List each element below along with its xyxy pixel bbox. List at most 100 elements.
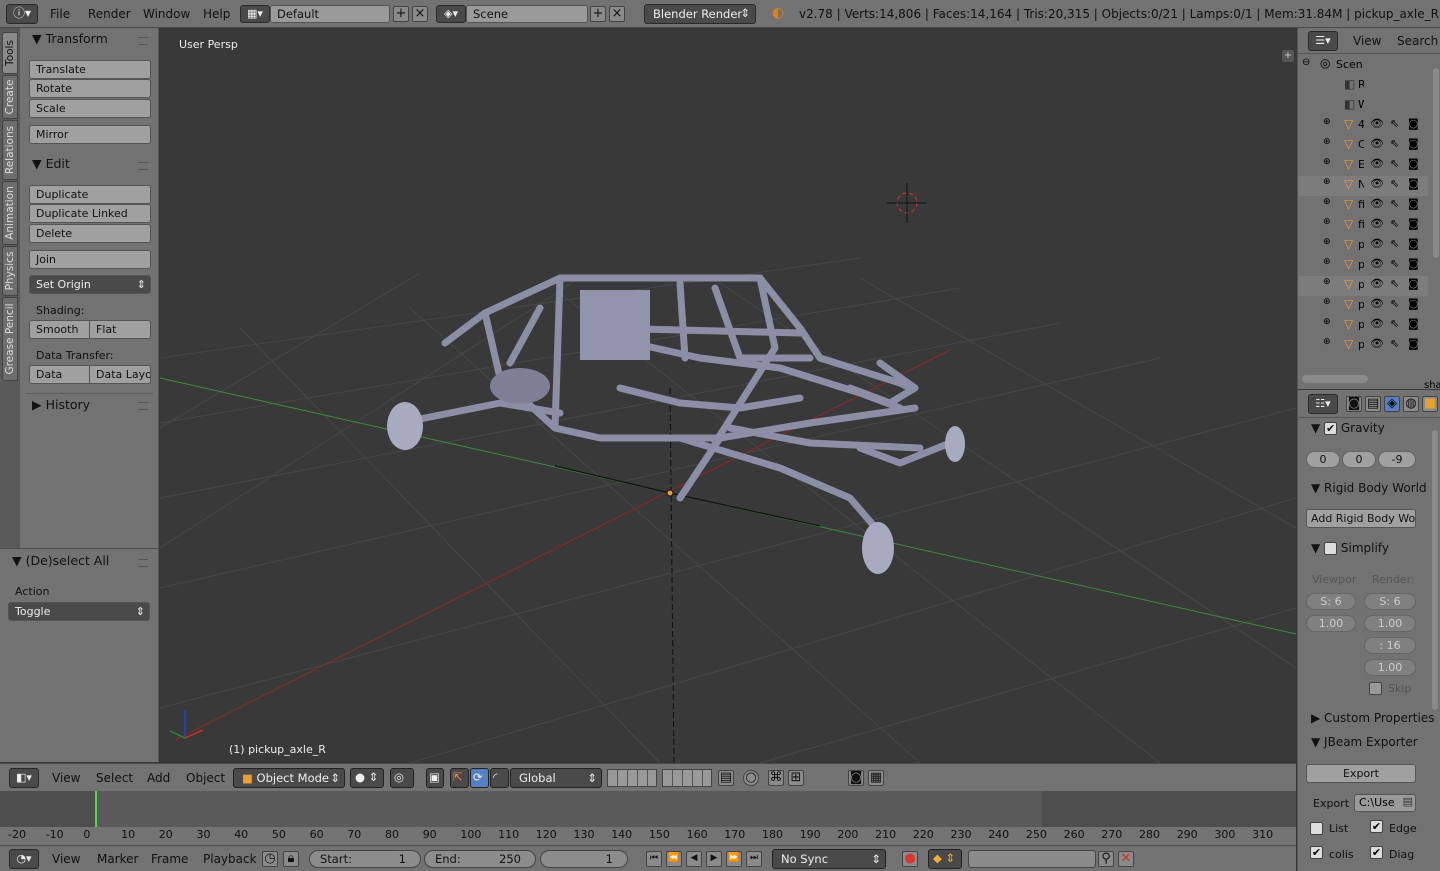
- action-dropdown[interactable]: Toggle ⇕: [8, 602, 150, 621]
- outliner-item-row[interactable]: ▽ p ⊕ 👁︎ ⇖ ◙: [1298, 316, 1428, 336]
- edit-panel-header[interactable]: ▼ Edit: [32, 156, 70, 171]
- skip-checkbox[interactable]: [1369, 682, 1382, 695]
- scene-tab-icon[interactable]: ◈: [1384, 396, 1400, 412]
- list-checkbox[interactable]: [1310, 822, 1323, 835]
- play-reverse-icon[interactable]: ◀: [686, 851, 702, 867]
- select-arrow-icon[interactable]: ⇖: [1390, 197, 1399, 210]
- tab-create[interactable]: Create: [2, 75, 18, 119]
- menu-help[interactable]: Help: [203, 7, 230, 21]
- sync-dropdown[interactable]: No Sync ⇕: [772, 849, 886, 869]
- render-camera-icon[interactable]: ◙: [1408, 137, 1419, 150]
- folder-icon[interactable]: ▤: [1403, 795, 1413, 808]
- outliner-menu-view[interactable]: View: [1353, 34, 1381, 48]
- expand-icon[interactable]: ⊕: [1323, 117, 1331, 127]
- render-camera-icon[interactable]: ◙: [1408, 177, 1419, 190]
- layer-buttons[interactable]: [607, 769, 657, 787]
- keying-set-field[interactable]: [968, 850, 1096, 868]
- outliner-hscrollbar[interactable]: [1302, 375, 1368, 383]
- outliner-item-row[interactable]: ▽ p ⊕ 👁︎ ⇖ ◙: [1298, 256, 1428, 276]
- smooth-button[interactable]: Smooth: [29, 320, 90, 339]
- render-camera-icon[interactable]: ◙: [1408, 297, 1419, 310]
- transform-panel-header[interactable]: ▼ Transform: [32, 31, 108, 46]
- remove-layout-icon[interactable]: ×: [412, 6, 428, 22]
- visibility-eye-icon[interactable]: 👁︎: [1370, 197, 1384, 210]
- visibility-eye-icon[interactable]: 👁︎: [1370, 337, 1384, 350]
- menu-window[interactable]: Window: [143, 7, 190, 21]
- jump-start-icon[interactable]: ⏮: [646, 851, 662, 867]
- 3d-viewport[interactable]: User Persp (1) pickup_axle_R +: [160, 28, 1296, 763]
- mirror-button[interactable]: Mirror: [29, 125, 151, 144]
- flat-button[interactable]: Flat: [89, 320, 151, 339]
- gravity-checkbox[interactable]: ✔: [1324, 422, 1338, 435]
- duplicate-linked-button[interactable]: Duplicate Linked: [29, 204, 151, 223]
- viewport-subdiv-field[interactable]: S: 6: [1306, 593, 1356, 610]
- jump-end-icon[interactable]: ⏭: [746, 851, 762, 867]
- outliner-item-row[interactable]: ▽ E ⊕ 👁︎ ⇖ ◙: [1298, 156, 1428, 176]
- pivot-dropdown[interactable]: ◎: [390, 768, 414, 788]
- visibility-eye-icon[interactable]: 👁︎: [1370, 157, 1384, 170]
- screen-layout-icon[interactable]: ▦▾: [240, 5, 270, 23]
- outliner-item-row[interactable]: ▽ 4 ⊕ 👁︎ ⇖ ◙: [1298, 116, 1428, 136]
- expand-icon[interactable]: ⊕: [1323, 157, 1331, 167]
- editor-type-3d-icon[interactable]: ◧▾: [9, 768, 39, 788]
- simplify-panel-header[interactable]: ▼ Simplify: [1311, 541, 1389, 555]
- snap-element-icon[interactable]: ⊞: [788, 770, 804, 786]
- custom-properties-header[interactable]: ▶ Custom Properties: [1311, 711, 1434, 725]
- viewport-toggle-icon[interactable]: +: [1282, 50, 1294, 62]
- scale-button[interactable]: Scale: [29, 99, 151, 118]
- visibility-eye-icon[interactable]: 👁︎: [1370, 277, 1384, 290]
- scene-icon[interactable]: ◈▾: [436, 5, 466, 23]
- render-subdiv-field[interactable]: S: 6: [1364, 593, 1416, 610]
- jump-key-back-icon[interactable]: ⏪: [666, 851, 682, 867]
- select-arrow-icon[interactable]: ⇖: [1390, 137, 1399, 150]
- expand-icon[interactable]: ⊕: [1323, 137, 1331, 147]
- render-camera-icon[interactable]: ◙: [1408, 257, 1419, 270]
- add-layout-icon[interactable]: +: [393, 6, 409, 22]
- object-tab-icon[interactable]: ■: [1422, 396, 1438, 412]
- wheel-right-rear[interactable]: [945, 426, 965, 462]
- mode-dropdown[interactable]: ■ Object Mode ⇕: [233, 768, 345, 788]
- expand-icon[interactable]: ⊕: [1323, 277, 1331, 287]
- viewport-children-field[interactable]: 1.00: [1306, 615, 1356, 632]
- outliner-tree[interactable]: ⊖ ◎ Scen ◧ R ◧ W ▽ 4 ⊕ 👁︎ ⇖ ◙ ▽ C ⊕ 👁︎ ⇖ ◙ ▽ E ⊕ 👁︎ ⇖ ◙ ▽ N ⊕ 👁︎ ⇖…: [1298, 56, 1428, 376]
- outliner-item-row[interactable]: ▽ p ⊕ 👁︎ ⇖ ◙: [1298, 236, 1428, 256]
- outliner-item-row[interactable]: ◧ R: [1298, 76, 1428, 96]
- expand-icon[interactable]: ⊕: [1323, 337, 1331, 347]
- editor-type-properties-icon[interactable]: ☷▾: [1308, 394, 1338, 414]
- render-camera-icon[interactable]: ◙: [1408, 317, 1419, 330]
- add-rigid-body-world-button[interactable]: Add Rigid Body Wo...: [1306, 509, 1416, 528]
- jbeam-exporter-header[interactable]: ▼ JBeam Exporter: [1311, 735, 1418, 749]
- expand-icon[interactable]: ⊕: [1323, 297, 1331, 307]
- current-frame-field[interactable]: 1: [540, 850, 628, 868]
- data-button[interactable]: Data: [29, 365, 90, 384]
- tab-grease-pencil[interactable]: Grease Pencil: [2, 297, 18, 381]
- snap-toggle-icon[interactable]: ⌘: [768, 770, 784, 786]
- gravity-z-field[interactable]: -9: [1378, 451, 1416, 468]
- preview-range-icon[interactable]: ◷: [262, 851, 278, 867]
- play-icon[interactable]: ▶: [706, 851, 722, 867]
- outliner-item-row[interactable]: ▽ N ⊕ 👁︎ ⇖ ◙: [1298, 176, 1428, 196]
- menu-select[interactable]: Select: [96, 771, 133, 785]
- render-camera-icon[interactable]: ◙: [1408, 337, 1419, 350]
- viewport-scene[interactable]: [160, 28, 1296, 763]
- render-camera-icon[interactable]: ◙: [1408, 117, 1419, 130]
- outliner-scrollbar[interactable]: [1433, 68, 1439, 258]
- record-icon[interactable]: ●: [902, 851, 918, 867]
- visibility-eye-icon[interactable]: 👁︎: [1370, 297, 1384, 310]
- render-camera-icon[interactable]: ◙: [1408, 217, 1419, 230]
- select-arrow-icon[interactable]: ⇖: [1390, 117, 1399, 130]
- join-button[interactable]: Join: [29, 250, 151, 269]
- select-arrow-icon[interactable]: ⇖: [1390, 257, 1399, 270]
- export-path-field[interactable]: C:\Use ▤: [1354, 794, 1416, 812]
- select-arrow-icon[interactable]: ⇖: [1390, 337, 1399, 350]
- render-camera-icon[interactable]: ◙: [1408, 237, 1419, 250]
- edge-checkbox[interactable]: ✔: [1370, 820, 1383, 833]
- outliner-item-row[interactable]: ◧ W: [1298, 96, 1428, 116]
- buggy-model[interactable]: [396, 274, 954, 537]
- tab-physics[interactable]: Physics: [2, 246, 18, 296]
- render-ao-field[interactable]: 1.00: [1364, 659, 1416, 676]
- playhead[interactable]: [95, 791, 97, 827]
- translate-button[interactable]: Translate: [29, 60, 151, 79]
- scene-field[interactable]: Scene: [466, 5, 588, 23]
- visibility-eye-icon[interactable]: 👁︎: [1370, 137, 1384, 150]
